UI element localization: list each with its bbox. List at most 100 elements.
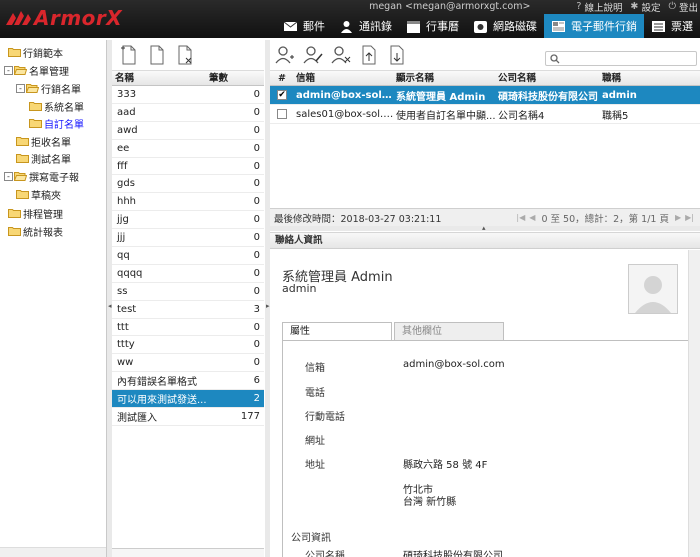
next-page-icon[interactable]: ▶ [675,213,681,222]
header-email[interactable]: 信箱 [294,71,394,85]
prev-page-icon[interactable]: ◀ [529,213,535,222]
list-rows: 333 0 aad 0 awd 0 ee 0 fff 0 gds 0 hhh 0 jjg 0 jjj 0 qq 0 qq… [112,86,264,426]
header-title[interactable]: 職稱 [600,71,700,85]
attributes-panel: 信箱 admin@box-sol.com 電話 行動電話 網址 地址 縣政六路 58 號 4… [282,340,690,557]
detail-scrollbar[interactable] [688,250,700,557]
list-header-count[interactable]: 筆數 [206,71,264,85]
row-checkbox[interactable]: ✔ [277,90,287,100]
help-link[interactable]: ? 線上說明 [576,0,622,14]
first-page-icon[interactable]: |◀ [516,213,525,222]
nav-poll[interactable]: 票選 [644,14,700,38]
tree-node[interactable]: 行銷範本 [4,44,63,60]
field-label: 電話 [305,388,325,399]
add-contact-button[interactable] [274,44,296,66]
list-toolbar [112,40,264,70]
list-item[interactable]: hhh 0 [112,193,264,212]
list-item[interactable]: 可以用來測試發送... 2 [112,390,264,409]
list-item[interactable]: qq 0 [112,247,264,265]
edit-contact-button[interactable] [302,44,324,66]
list-item[interactable]: test 3 [112,301,264,319]
calendar-icon [407,20,420,33]
add-list-button[interactable] [118,44,140,66]
header-display-name[interactable]: 顯示名稱 [394,71,496,85]
nav-email-marketing[interactable]: 電子郵件行銷 [544,14,644,38]
edit-list-button[interactable] [146,44,168,66]
detail-splitter[interactable]: ▴ [270,224,700,232]
last-page-icon[interactable]: ▶| [685,213,694,222]
tree-node[interactable]: 自訂名單 [29,115,84,131]
list-item-name: jjg [117,214,129,226]
logout-link[interactable]: ⏻ 登出 [668,0,698,14]
collapse-left-icon[interactable]: ◂ [108,302,112,310]
list-item-count: 0 [253,357,260,369]
delete-contact-button[interactable] [330,44,352,66]
tree-scrollbar[interactable] [0,547,106,557]
armorx-logo-icon [6,11,31,25]
list-item[interactable]: 測試匯入 177 [112,408,264,426]
collapse-right-icon[interactable]: ▸ [266,302,270,310]
list-item-name: awd [117,124,138,136]
envelope-icon [283,21,298,31]
tab-attributes[interactable]: 屬性 [282,322,392,341]
list-item[interactable]: aad 0 [112,104,264,122]
row-checkbox[interactable] [277,109,287,119]
brand-logo[interactable]: ArmorX [4,4,122,32]
tree-node-label: 拒收名單 [31,137,71,149]
export-button[interactable] [386,44,408,66]
tree-node[interactable]: 草稿夾 [16,186,61,202]
tree-expander-icon[interactable]: - [4,65,13,75]
list-item[interactable]: ss 0 [112,283,264,301]
folder-icon [14,66,27,75]
tree-node[interactable]: 系統名單 [29,98,84,114]
list-item-count: 0 [253,267,260,279]
list-scrollbar[interactable] [112,548,264,557]
tree-node[interactable]: 排程管理 [4,205,63,221]
nav-calendar[interactable]: 行事曆 [399,14,466,38]
list-item[interactable]: ww 0 [112,354,264,373]
list-item[interactable]: jjg 0 [112,211,264,230]
table-row[interactable]: sales01@box-sol.c... 使用者自訂名單中顯... 公司名稱4 職稱5 [270,105,700,124]
list-item[interactable]: fff 0 [112,158,264,176]
collapse-down-icon[interactable]: ▴ [482,224,486,232]
import-button[interactable] [358,44,380,66]
table-row[interactable]: ✔ admin@box-sol.com系統管理員 Admin 碩琦科技股份有限公司 a… [270,86,700,105]
folder-icon [29,119,42,128]
list-header-name[interactable]: 名稱 [112,71,206,85]
list-item[interactable]: ttt 0 [112,319,264,337]
tree-node[interactable]: - 行銷名單 [16,80,81,96]
list-item-name: qq [117,249,130,261]
list-item-count: 0 [253,285,260,297]
search-input[interactable] [545,51,697,66]
list-item-name: aad [117,106,136,118]
tree-expander-icon[interactable]: - [16,83,25,93]
nav-netdisk[interactable]: 網路磁碟 [466,14,544,38]
tree-node[interactable]: - 名單管理 [4,62,69,78]
row-checkbox-cell: ✔ [270,90,294,100]
list-item-name: 333 [117,88,137,100]
list-item-name: ss [117,285,128,297]
tree-node[interactable]: 統計報表 [4,223,63,239]
list-item[interactable]: 333 0 [112,86,264,104]
list-item[interactable]: jjj 0 [112,229,264,248]
list-item[interactable]: gds 0 [112,175,264,194]
header-company[interactable]: 公司名稱 [496,71,600,85]
pager: |◀ ◀ 0 至 50，總計：2，第 1/1 頁 ▶ ▶| [514,211,696,225]
nav-contacts[interactable]: 通訊錄 [332,14,399,38]
cell-title: admin [602,89,637,101]
help-icon: ? [576,1,582,12]
list-item[interactable]: ee 0 [112,140,264,158]
tree-node[interactable]: 測試名單 [16,150,71,166]
delete-list-button[interactable] [174,44,196,66]
list-item[interactable]: qqqq 0 [112,265,264,283]
list-item[interactable]: awd 0 [112,122,264,140]
list-item[interactable]: 內有錯誤名單格式 6 [112,372,264,391]
tree-node[interactable]: 拒收名單 [16,133,71,149]
nav-mail[interactable]: 郵件 [276,14,332,38]
tree-expander-icon[interactable]: - [4,171,13,181]
tree-node[interactable]: - 撰寫電子報 [4,168,79,184]
header-hash: # [278,73,286,84]
list-item[interactable]: ttty 0 [112,336,264,355]
tab-other-fields[interactable]: 其他欄位 [394,322,504,340]
newsletter-icon [552,20,565,32]
settings-link[interactable]: ✱ 設定 [630,0,660,14]
